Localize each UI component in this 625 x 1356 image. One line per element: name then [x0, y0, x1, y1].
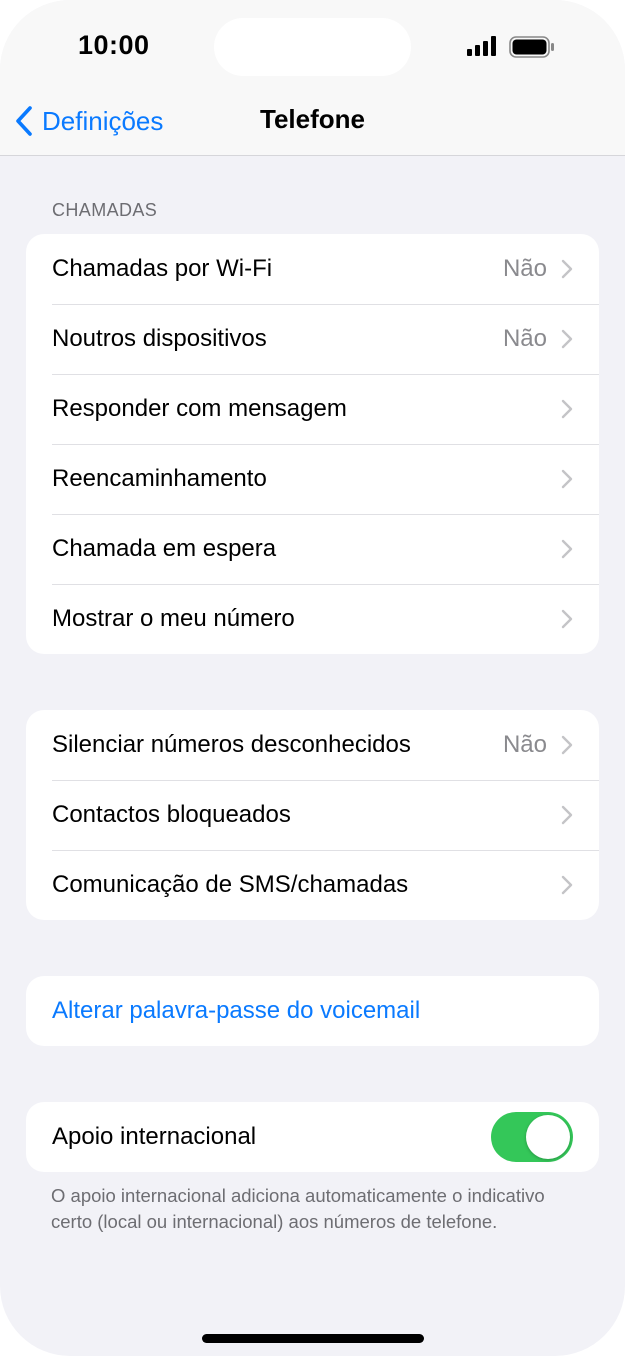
section-header-calls: CHAMADAS	[52, 200, 158, 220]
chevron-right-icon	[561, 329, 573, 349]
row-silence-unknown-callers[interactable]: Silenciar números desconhecidos Não	[26, 710, 599, 780]
row-value: Não	[502, 325, 547, 352]
row-label: Noutros dispositivos	[52, 325, 267, 352]
navigation-bar: 10:00 Definições Telefone	[0, 0, 625, 156]
toggle-knob	[526, 1115, 570, 1159]
chevron-right-icon	[561, 735, 573, 755]
chevron-right-icon	[561, 609, 573, 629]
row-value: Não	[502, 731, 547, 758]
dial-assist-footer: O apoio internacional adiciona automatic…	[51, 1185, 545, 1232]
dynamic-island	[214, 18, 411, 76]
change-voicemail-password-link[interactable]: Alterar palavra-passe do voicemail	[26, 976, 599, 1046]
chevron-right-icon	[561, 259, 573, 279]
privacy-group: Silenciar números desconhecidos Não Cont…	[26, 710, 599, 920]
row-value: Não	[502, 255, 547, 282]
cellular-signal-icon	[467, 36, 496, 56]
page-title: Telefone	[260, 104, 365, 134]
row-label: Comunicação de SMS/chamadas	[52, 871, 409, 898]
row-show-caller-id[interactable]: Mostrar o meu número	[26, 584, 599, 654]
row-blocked-contacts[interactable]: Contactos bloqueados	[26, 780, 599, 850]
battery-icon	[509, 36, 554, 58]
row-label: Chamadas por Wi-Fi	[52, 255, 273, 282]
home-indicator[interactable]	[202, 1334, 424, 1343]
row-label: Chamada em espera	[52, 535, 277, 562]
dial-assist-toggle[interactable]	[491, 1112, 573, 1162]
international-group: Apoio internacional	[26, 1102, 599, 1172]
row-respond-with-text[interactable]: Responder com mensagem	[26, 374, 599, 444]
chevron-right-icon	[561, 469, 573, 489]
chevron-right-icon	[561, 875, 573, 895]
row-call-forwarding[interactable]: Reencaminhamento	[26, 444, 599, 514]
row-wifi-calling[interactable]: Chamadas por Wi-Fi Não	[26, 234, 599, 304]
row-call-waiting[interactable]: Chamada em espera	[26, 514, 599, 584]
row-label: Alterar palavra-passe do voicemail	[52, 997, 421, 1024]
row-label: Silenciar números desconhecidos	[52, 731, 411, 758]
row-label: Contactos bloqueados	[52, 801, 291, 828]
chevron-right-icon	[561, 539, 573, 559]
phone-screen: 10:00 Definições Telefone CHAMADAS Chama…	[0, 0, 625, 1356]
row-label: Mostrar o meu número	[52, 605, 295, 632]
chevron-right-icon	[561, 805, 573, 825]
row-label: Apoio internacional	[52, 1123, 257, 1150]
calls-group: Chamadas por Wi-Fi Não Noutros dispositi…	[26, 234, 599, 654]
chevron-right-icon	[561, 399, 573, 419]
voicemail-group: Alterar palavra-passe do voicemail	[26, 976, 599, 1046]
status-time: 10:00	[78, 30, 150, 60]
row-dial-assist: Apoio internacional	[26, 1102, 599, 1172]
row-label: Responder com mensagem	[52, 395, 347, 422]
row-sms-call-reporting[interactable]: Comunicação de SMS/chamadas	[26, 850, 599, 920]
row-other-devices[interactable]: Noutros dispositivos Não	[26, 304, 599, 374]
row-label: Reencaminhamento	[52, 465, 267, 492]
